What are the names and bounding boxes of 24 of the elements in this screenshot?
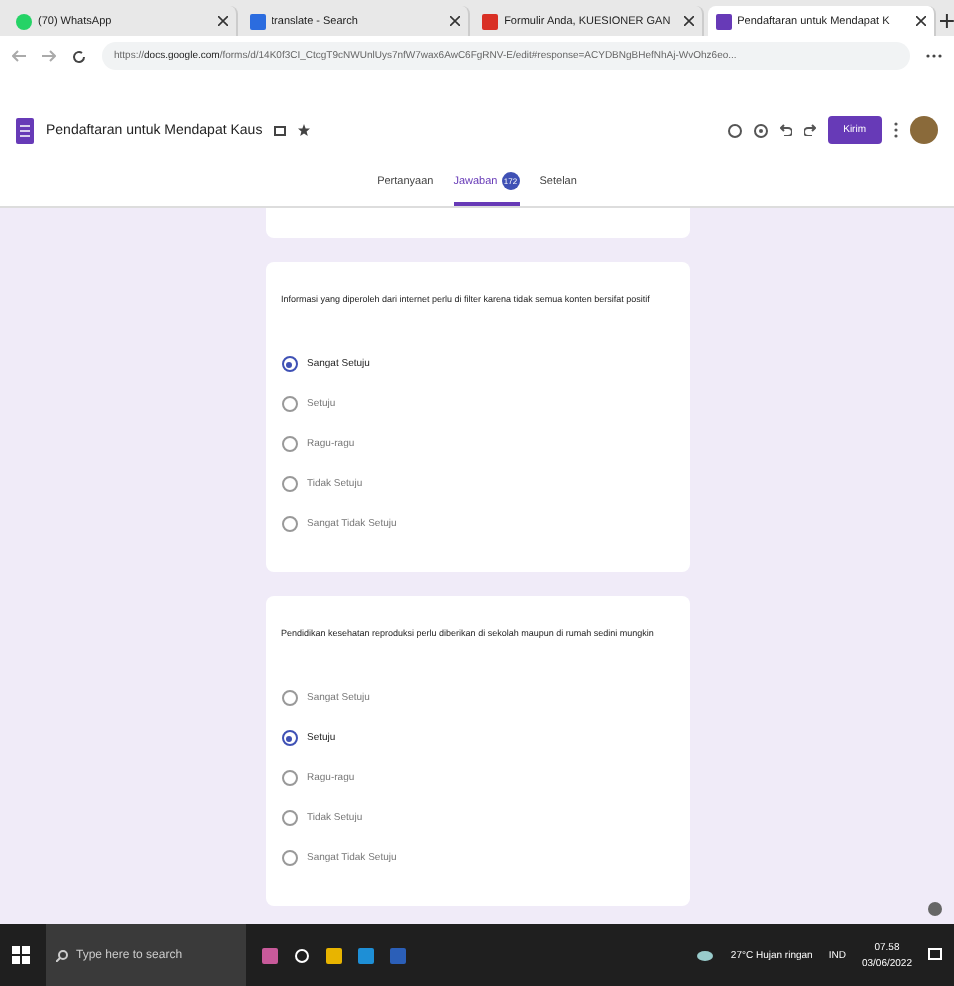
- close-icon[interactable]: [217, 16, 228, 26]
- plus-icon[interactable]: [940, 14, 954, 28]
- forms-logo-icon[interactable]: [16, 117, 34, 143]
- close-icon[interactable]: [450, 16, 461, 26]
- radio-button[interactable]: [281, 850, 297, 866]
- reload-icon[interactable]: [72, 49, 86, 63]
- radio-button[interactable]: [281, 516, 297, 532]
- avatar-icon[interactable]: [910, 116, 938, 144]
- radio-button[interactable]: [281, 356, 297, 372]
- chat-icon: [16, 13, 32, 29]
- star-icon[interactable]: [298, 124, 311, 136]
- radio-button[interactable]: [281, 690, 297, 706]
- radio-button[interactable]: [281, 396, 297, 412]
- circle-icon[interactable]: [294, 947, 310, 963]
- radio-button[interactable]: [281, 476, 297, 492]
- windows-icon[interactable]: [12, 946, 30, 964]
- redo-icon[interactable]: [803, 124, 816, 136]
- undo-icon[interactable]: [779, 124, 792, 136]
- close-icon[interactable]: [683, 16, 694, 26]
- radio-button[interactable]: [281, 730, 297, 746]
- radio-button[interactable]: [281, 810, 297, 826]
- radio-button[interactable]: [281, 770, 297, 786]
- close-icon[interactable]: [916, 16, 927, 26]
- radio-button[interactable]: [281, 436, 297, 452]
